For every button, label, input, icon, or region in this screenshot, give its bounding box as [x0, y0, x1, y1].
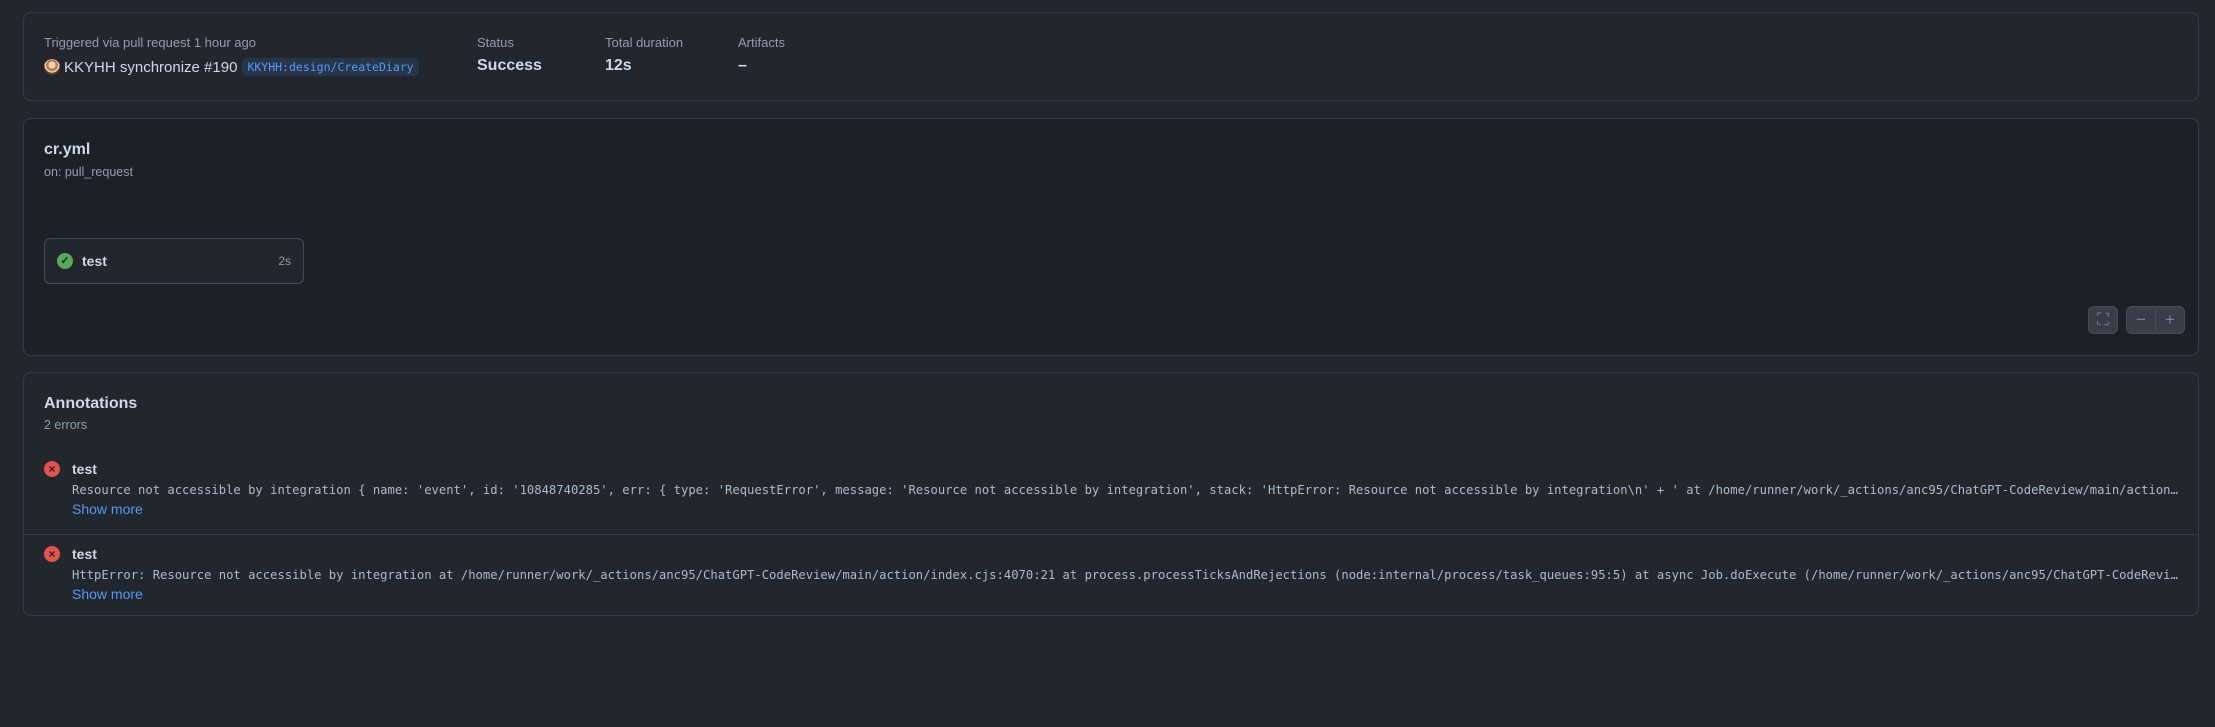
- plus-icon: +: [2165, 310, 2175, 329]
- annotations-title: Annotations: [44, 395, 138, 412]
- annotation-job-link[interactable]: test: [72, 461, 97, 477]
- zoom-in-button[interactable]: +: [2155, 306, 2185, 334]
- fullscreen-button[interactable]: ⛶: [2088, 306, 2118, 334]
- total-duration-value: 12s: [605, 57, 632, 74]
- minus-icon: −: [2136, 310, 2146, 329]
- artifacts-label: Artifacts: [738, 35, 785, 50]
- x-circle-icon: ×: [44, 461, 60, 477]
- user-avatar[interactable]: [44, 59, 60, 75]
- status-value: Success: [477, 57, 542, 74]
- job-duration: 2s: [278, 254, 291, 268]
- annotations-count: 2 errors: [44, 418, 88, 432]
- branch-label[interactable]: KKYHH:design/CreateDiary: [242, 58, 419, 76]
- job-node-test[interactable]: ✓ test 2s: [44, 238, 304, 284]
- annotation-item: × test Resource not accessible by integr…: [24, 449, 2198, 533]
- workflow-trigger: on: pull_request: [44, 165, 133, 179]
- workflow-graph-panel: cr.yml on: pull_request ✓ test 2s ⛶ − +: [23, 118, 2199, 356]
- status-label: Status: [477, 35, 514, 50]
- fullscreen-icon: ⛶: [2097, 310, 2109, 329]
- artifacts-value: –: [738, 57, 747, 74]
- annotations-panel: Annotations 2 errors × test Resource not…: [23, 372, 2199, 616]
- workflow-file-name[interactable]: cr.yml: [44, 141, 90, 159]
- show-more-link[interactable]: Show more: [72, 586, 143, 602]
- annotation-message: Resource not accessible by integration {…: [72, 483, 2184, 497]
- trigger-text[interactable]: KKYHH synchronize #190: [64, 59, 237, 76]
- show-more-link[interactable]: Show more: [72, 501, 143, 517]
- job-name: test: [82, 253, 107, 269]
- trigger-details: KKYHH synchronize #190 KKYHH:design/Crea…: [44, 58, 419, 76]
- zoom-out-button[interactable]: −: [2126, 306, 2156, 334]
- annotation-item: × test HttpError: Resource not accessibl…: [24, 534, 2198, 618]
- total-duration-label: Total duration: [605, 35, 684, 50]
- run-summary-panel: Triggered via pull request 1 hour ago KK…: [23, 12, 2199, 101]
- x-circle-icon: ×: [44, 546, 60, 562]
- annotation-message: HttpError: Resource not accessible by in…: [72, 568, 2184, 582]
- check-circle-icon: ✓: [57, 253, 73, 269]
- trigger-label: Triggered via pull request 1 hour ago: [44, 35, 256, 50]
- annotation-job-link[interactable]: test: [72, 546, 97, 562]
